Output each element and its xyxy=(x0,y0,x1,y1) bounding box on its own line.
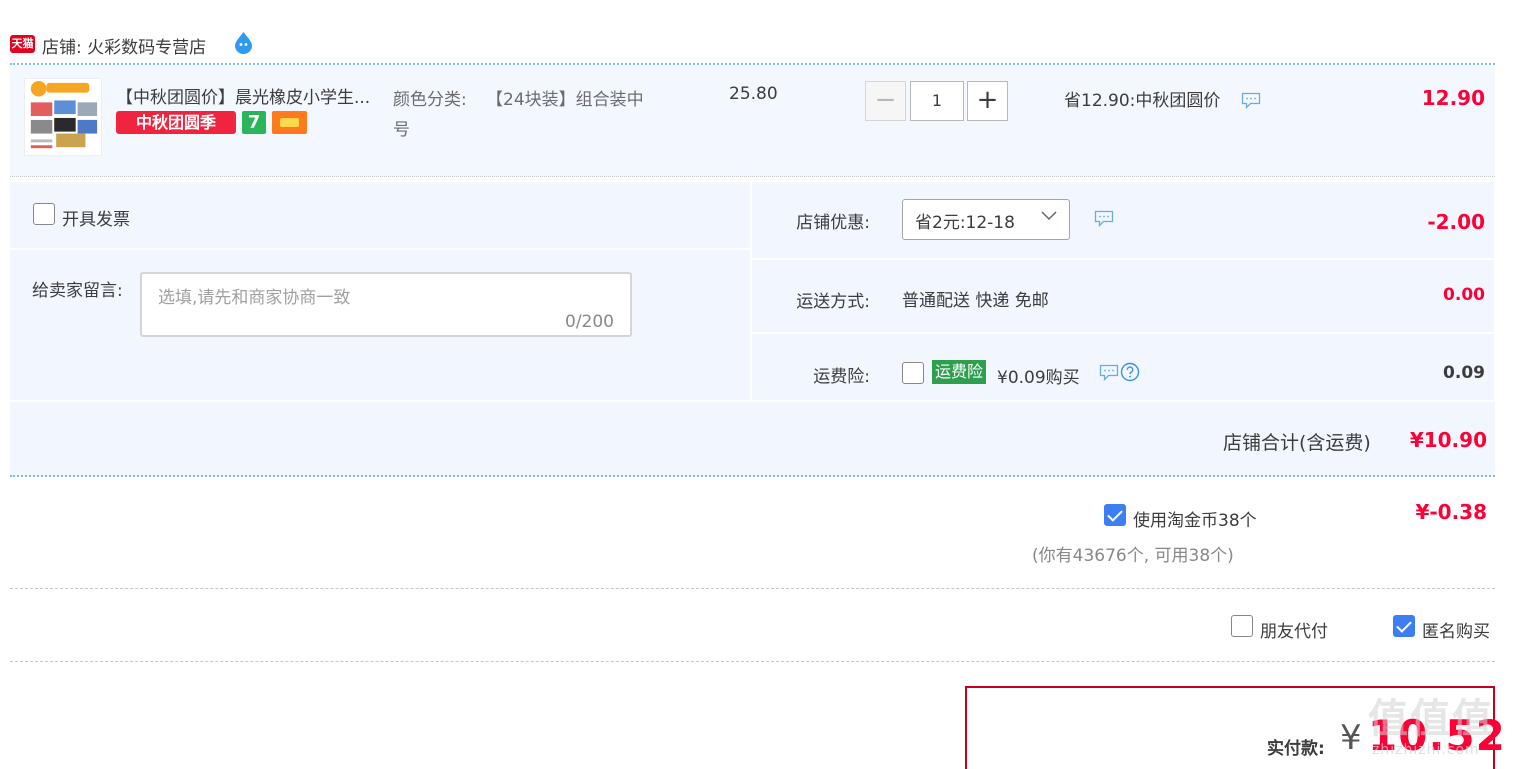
sku-value: 【24块装】组合装中 xyxy=(486,90,644,110)
shop-subtotal-label: 店铺合计(含运费) xyxy=(1223,432,1371,454)
credit-card-payment-icon xyxy=(272,111,307,134)
unit-price: 25.80 xyxy=(729,84,778,104)
item-promotion-text: 省12.90:中秋团圆价 xyxy=(1064,91,1221,111)
friend-pay-label[interactable]: 朋友代付 xyxy=(1260,617,1328,642)
taobao-coins-label[interactable]: 使用淘金币38个 xyxy=(1133,506,1257,531)
watermark-url: zhizhizhi.com xyxy=(1372,742,1480,758)
coupon-info-icon[interactable] xyxy=(1094,210,1114,227)
shipping-insurance-price: ¥0.09购买 xyxy=(997,368,1080,388)
shop-subtotal-value: ¥10.90 xyxy=(1409,428,1487,452)
mid-autumn-promo-tag: 中秋团圆季 xyxy=(116,111,236,134)
seller-message-char-count: 0/200 xyxy=(565,312,614,332)
shipping-insurance-fee: 0.09 xyxy=(1443,363,1485,383)
shipping-method-value: 普通配送 快递 免邮 xyxy=(902,291,1049,311)
insurance-info-icon[interactable] xyxy=(1099,364,1119,381)
quantity-input[interactable]: 1 xyxy=(910,81,964,121)
divider xyxy=(10,588,1495,589)
shipping-fee: 0.00 xyxy=(1443,285,1485,305)
invoice-checkbox[interactable] xyxy=(33,203,55,225)
tmall-logo: 天猫 xyxy=(10,35,35,53)
product-title-link[interactable]: 【中秋团圆价】晨光橡皮小学生... xyxy=(116,83,370,108)
taobao-coins-balance-note: (你有43676个, 可用38个) xyxy=(1032,546,1234,566)
shop-coupon-value: 省2元:12-18 xyxy=(915,213,1015,233)
divider xyxy=(752,332,1494,334)
product-thumbnail[interactable] xyxy=(24,78,102,156)
shipping-insurance-tag: 运费险 xyxy=(932,360,987,384)
wangwang-chat-icon[interactable] xyxy=(231,30,256,55)
shipping-insurance-checkbox[interactable] xyxy=(902,362,924,384)
sku-label: 颜色分类: xyxy=(393,90,467,110)
quantity-decrease-button[interactable]: − xyxy=(865,81,906,121)
seller-message-label: 给卖家留言: xyxy=(32,281,123,301)
actual-payment-label: 实付款: xyxy=(1267,739,1325,759)
taobao-coins-checkbox[interactable] xyxy=(1104,504,1126,526)
shop-name-link[interactable]: 店铺: 火彩数码专营店 xyxy=(42,33,206,58)
seven-day-return-icon: 7 xyxy=(242,111,266,134)
invoice-label[interactable]: 开具发票 xyxy=(62,205,130,230)
anonymous-purchase-checkbox[interactable] xyxy=(1393,615,1415,637)
promotion-info-icon[interactable] xyxy=(1241,92,1261,109)
sku-value-continued: 号 xyxy=(393,120,410,140)
currency-symbol: ¥ xyxy=(1340,718,1362,758)
quantity-increase-button[interactable]: + xyxy=(967,81,1008,121)
seller-message-placeholder: 选填,请先和商家协商一致 xyxy=(158,288,351,308)
shop-coupon-label: 店铺优惠: xyxy=(796,213,870,233)
shipping-method-label: 运送方式: xyxy=(796,292,870,312)
anonymous-purchase-label[interactable]: 匿名购买 xyxy=(1422,617,1490,642)
divider xyxy=(10,248,750,250)
chevron-down-icon xyxy=(1041,211,1057,221)
taobao-coins-discount: ¥-0.38 xyxy=(1415,500,1487,524)
shipping-insurance-label: 运费险: xyxy=(813,367,870,387)
item-subtotal: 12.90 xyxy=(1421,86,1485,110)
friend-pay-checkbox[interactable] xyxy=(1231,615,1253,637)
question-mark-help-icon[interactable] xyxy=(1120,362,1140,382)
divider xyxy=(10,661,1495,662)
watermark: 值值值 xyxy=(1368,696,1494,742)
shop-coupon-discount: -2.00 xyxy=(1427,210,1485,234)
divider xyxy=(752,258,1494,260)
